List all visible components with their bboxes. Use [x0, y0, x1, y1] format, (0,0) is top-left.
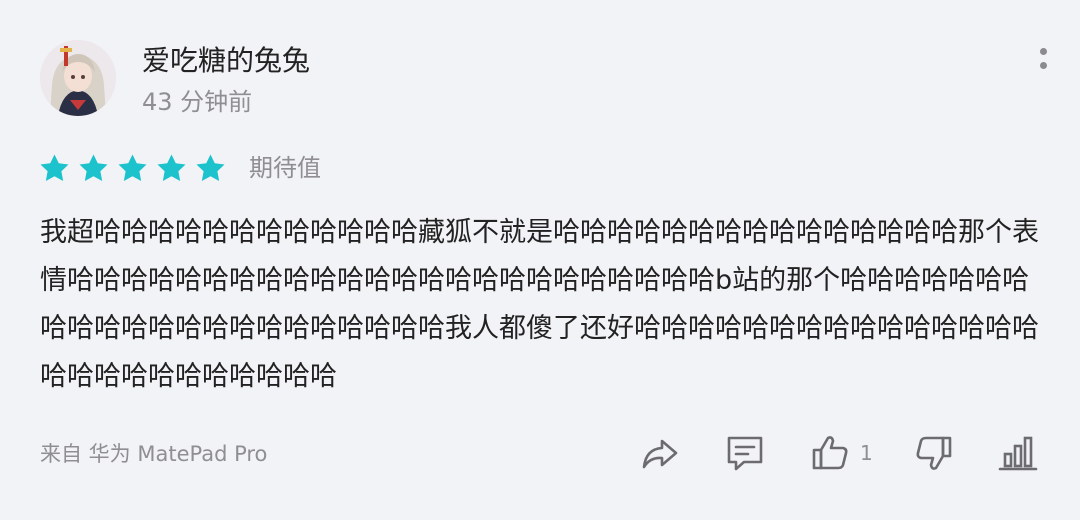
thumbs-up-icon	[812, 436, 848, 470]
more-vertical-icon-dot	[1039, 61, 1047, 69]
more-vertical-icon	[1039, 47, 1047, 55]
rating: 期待值	[38, 148, 321, 188]
like-count: 1	[860, 441, 873, 465]
reply-button[interactable]	[724, 430, 766, 476]
rating-stars	[38, 152, 227, 185]
share-button[interactable]	[640, 430, 680, 476]
rating-label: 期待值	[249, 154, 321, 182]
like-button[interactable]: 1	[810, 430, 873, 476]
dislike-button[interactable]	[914, 430, 954, 476]
star-icon	[196, 153, 225, 181]
star-icon	[40, 153, 69, 181]
star-icon	[79, 153, 108, 181]
comment-time: 43 分钟前	[142, 88, 253, 116]
bar-chart-icon	[998, 436, 1038, 471]
share-icon	[642, 439, 678, 469]
comment-icon	[727, 436, 763, 471]
comment-text: 我超哈哈哈哈哈哈哈哈哈哈哈哈藏狐不就是哈哈哈哈哈哈哈哈哈哈哈哈哈哈哈那个表情哈哈…	[40, 217, 1039, 392]
avatar-image	[40, 40, 116, 116]
comment-card: 爱吃糖的兔兔 43 分钟前 期待值 我超哈哈哈哈哈哈哈哈哈哈哈哈藏狐不就是哈哈哈…	[0, 0, 1080, 520]
star-icon	[157, 153, 186, 181]
thumbs-down-icon	[916, 436, 952, 470]
more-options-button[interactable]	[1028, 40, 1058, 76]
stats-button[interactable]	[998, 430, 1038, 476]
username[interactable]: 爱吃糖的兔兔	[142, 43, 310, 79]
device-source: 来自 华为 MatePad Pro	[40, 442, 268, 466]
star-icon	[118, 153, 147, 181]
avatar[interactable]	[40, 40, 116, 116]
